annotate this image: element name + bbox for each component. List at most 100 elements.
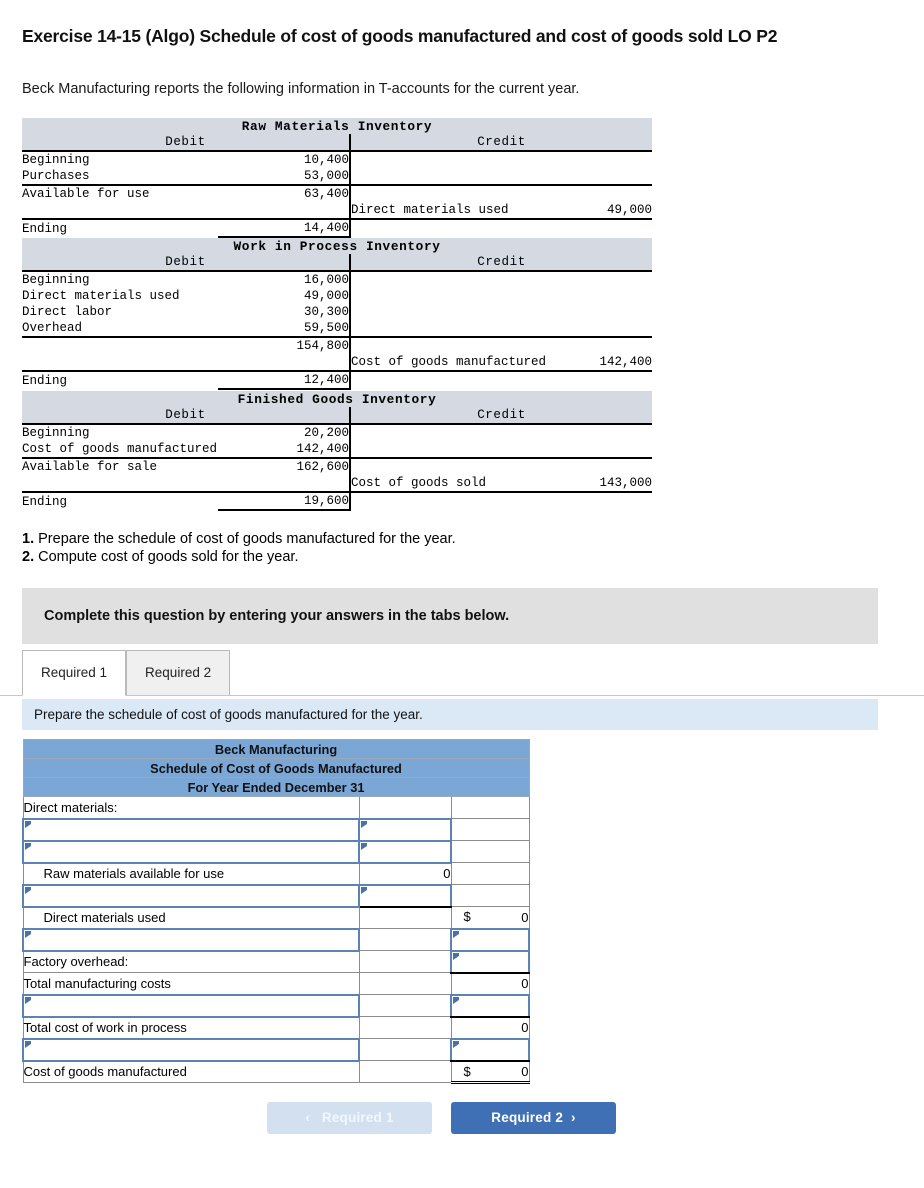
t-account-debit-row: Beginning 10,400 [22,150,652,168]
schedule-row [22,883,530,908]
subtotal-credit-amount-empty [580,336,653,354]
schedule-header-3: For Year Ended December 31 [22,777,530,797]
schedule-row-label-6: Direct materials used [22,906,360,929]
credit-column-header: Credit [350,254,653,271]
schedule-header-row: Beck Manufacturing [22,739,530,759]
next-required-button[interactable]: Required 2 › [451,1102,616,1134]
tab-required-1[interactable]: Required 1 [22,650,127,696]
schedule-row-5-col2-dropdown[interactable] [358,883,452,908]
credit-row-label-empty [350,320,580,337]
schedule-row: Cost of goods manufactured $0 [22,1060,530,1084]
schedule-row-7-col2-empty [358,928,452,951]
requirement-number-1: 1. [22,531,35,547]
schedule-row: Direct materials used $0 [22,906,530,929]
schedule-row-12-col2-empty [358,1038,452,1061]
tab-divider [0,695,924,696]
schedule-row-6-col2-empty [358,906,452,929]
schedule-row-8-col3-dropdown[interactable] [449,949,531,974]
account-select-row-12[interactable] [22,1037,360,1062]
account-select-row-3[interactable] [22,839,360,864]
schedule-row-1-col2-empty [358,796,452,819]
requirement-text-2: Compute cost of goods sold for the year. [38,549,299,565]
schedule-header-row: Schedule of Cost of Goods Manufactured [22,758,530,778]
debit-row-label: Beginning [22,270,218,288]
chevron-left-icon: ‹ [305,1110,311,1125]
schedule-row-6-col3-total-value: $0 [450,906,530,929]
schedule-row-13-col2-empty [358,1060,452,1083]
ending-label: Ending [22,218,218,237]
schedule-row-11-col2-empty [358,1016,452,1039]
schedule-row [22,817,530,842]
schedule-row-13-col3-total-value: $0 [450,1060,530,1084]
ending-credit-label-empty [350,218,580,237]
t-account-debit-row: Direct materials used 49,000 [22,288,652,304]
subtotal-amount: 154,800 [218,336,351,354]
debit-row-label: Direct labor [22,305,113,319]
credit-row-label: Cost of goods sold [351,476,487,490]
previous-required-button[interactable]: ‹ Required 1 [267,1102,432,1134]
credit-row-amount-empty [580,288,652,304]
requirement-line-1: 1. Prepare the schedule of cost of goods… [22,530,456,549]
dollar-sign: $ [463,1063,471,1079]
account-select-row-5[interactable] [22,883,360,908]
requirement-line-2: 2. Compute cost of goods sold for the ye… [22,548,298,567]
schedule-row-3-col2-dropdown[interactable] [358,839,452,864]
schedule-row-7-col3-dropdown[interactable] [449,927,531,952]
account-select-row-7[interactable] [22,927,360,952]
debit-column-header: Debit [22,407,351,424]
tab-required-1-label: Required 1 [41,665,108,680]
credit-row-debit-amount-empty [218,354,351,371]
schedule-row-9-col3-value: 0 [450,972,530,995]
credit-row-debit-empty [22,475,218,492]
t-account-title: Work in Process Inventory [22,238,653,254]
intro-paragraph: Beck Manufacturing reports the following… [22,81,580,97]
schedule-row-10-col3-dropdown[interactable] [449,993,531,1018]
credit-row-amount-empty [580,320,652,337]
schedule-row-9-col2-empty [358,972,452,995]
schedule-header-1: Beck Manufacturing [22,739,530,759]
debit-row-amount: 20,200 [218,423,351,441]
credit-row-label-empty [350,288,580,304]
schedule-row: Raw materials available for use 0 [22,862,530,885]
debit-row-label: Direct materials used [22,289,180,303]
schedule-row-label-1: Direct materials: [22,796,360,819]
account-select-row-10[interactable] [22,993,360,1018]
credit-row-debit-empty [22,354,218,371]
debit-row-label: Beginning [22,423,218,441]
ending-label: Ending [22,491,218,510]
schedule-row: Total cost of work in process 0 [22,1016,530,1039]
credit-row-amount-empty [580,441,652,458]
tab-required-2[interactable]: Required 2 [126,650,231,696]
cost-of-goods-manufactured-schedule: Beck Manufacturing Schedule of Cost of Go… [22,739,531,1084]
debit-row-amount: 30,300 [218,304,351,320]
credit-row-amount: 142,400 [599,355,653,369]
credit-column-header: Credit [350,407,653,424]
schedule-row: Direct materials: [22,796,530,819]
schedule-row [22,993,531,1018]
tab-required-2-label: Required 2 [145,665,212,680]
credit-row-label-empty [350,150,580,168]
requirement-tabs: Required 1 Required 2 [22,650,231,696]
credit-row-debit-amount-empty [218,475,351,492]
t-account-credit-row: Cost of goods sold 143,000 [22,475,652,492]
t-account-debit-row: Direct labor 30,300 [22,304,652,320]
credit-row-label-empty [350,441,580,458]
schedule-row-5-col3-empty [450,884,530,907]
account-select-row-2[interactable] [22,817,360,842]
subtotal-credit-label-empty [350,184,580,202]
credit-row-amount: 49,000 [606,203,652,217]
t-account-credit-row: Cost of goods manufactured 142,400 [22,354,652,371]
previous-required-label: Required 1 [321,1110,394,1125]
credit-row-label-empty [350,304,580,320]
credit-row-label: Cost of goods manufactured [351,355,547,369]
schedule-row-12-col3-dropdown[interactable] [449,1037,531,1062]
t-account-work-in-process-inventory: Work in Process Inventory Debit Credit Begi… [22,238,653,390]
schedule-row [22,1037,531,1062]
t-account-title: Raw Materials Inventory [22,118,652,134]
schedule-row-2-col2-dropdown[interactable] [358,817,452,842]
ending-amount: 12,400 [218,370,351,390]
page-title: Exercise 14-15 (Algo) Schedule of cost o… [22,26,778,46]
t-account-subtotal-row: 154,800 [22,336,653,354]
ending-credit-amount-empty [580,218,652,237]
t-account-credit-row: Direct materials used 49,000 [22,202,652,219]
